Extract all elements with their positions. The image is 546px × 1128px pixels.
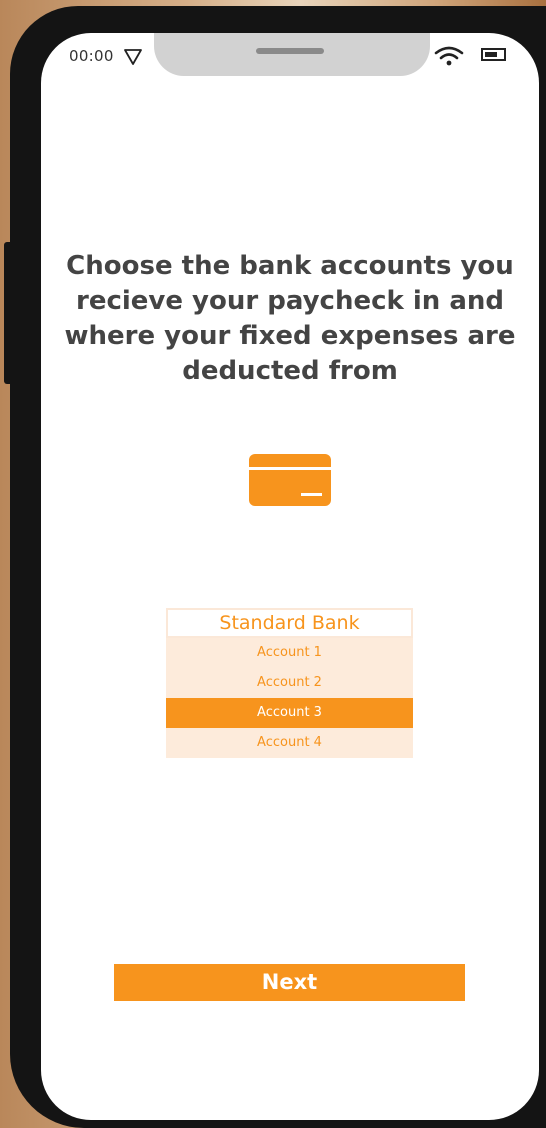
bank-account-picker[interactable]: Standard Bank Account 1 Account 2 Account … bbox=[166, 608, 413, 758]
notch bbox=[154, 33, 430, 76]
account-option[interactable]: Account 3 bbox=[166, 698, 413, 728]
account-list: Account 1 Account 2 Account 3 Account 4 bbox=[166, 638, 413, 758]
battery-level bbox=[485, 52, 497, 57]
account-option[interactable]: Account 4 bbox=[166, 728, 413, 758]
next-button[interactable]: Next bbox=[114, 964, 465, 1001]
status-time: 00:00 bbox=[69, 47, 114, 65]
bank-name-header[interactable]: Standard Bank bbox=[166, 608, 413, 638]
account-option[interactable]: Account 1 bbox=[166, 638, 413, 668]
wifi-icon bbox=[434, 46, 464, 66]
page-title: Choose the bank accounts you recieve you… bbox=[64, 251, 516, 386]
phone-screen: 00:00 Choose the bank accounts you recie… bbox=[41, 33, 539, 1120]
phone-frame: 00:00 Choose the bank accounts you recie… bbox=[10, 6, 546, 1128]
battery-icon bbox=[481, 48, 506, 61]
speaker-grille bbox=[256, 48, 324, 54]
location-arrow-icon bbox=[124, 49, 142, 65]
account-option[interactable]: Account 2 bbox=[166, 668, 413, 698]
credit-card-icon bbox=[249, 454, 331, 506]
